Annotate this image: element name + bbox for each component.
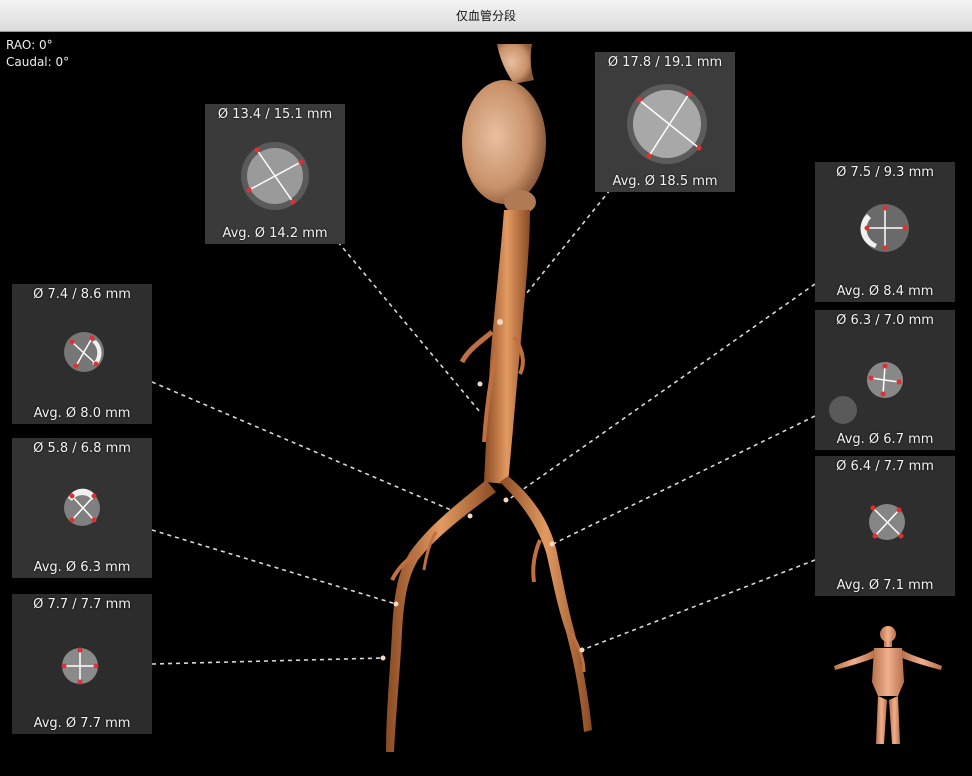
diameter-label: Ø 7.7 / 7.7 mm bbox=[33, 597, 131, 612]
ct-slice-image bbox=[815, 456, 955, 596]
ct-slice-image bbox=[815, 310, 955, 450]
cross-section-right-common-iliac[interactable]: Ø 7.4 / 8.6 mm Avg. Ø 8.0 mm bbox=[12, 284, 152, 424]
right-iliac-artery bbox=[386, 480, 496, 752]
human-body-icon[interactable] bbox=[832, 624, 944, 750]
ct-slice-image bbox=[205, 104, 345, 244]
window-titlebar: 仅血管分段 bbox=[0, 0, 972, 32]
average-diameter-label: Avg. Ø 6.7 mm bbox=[836, 432, 934, 447]
diameter-label: Ø 5.8 / 6.8 mm bbox=[33, 441, 131, 456]
average-diameter-label: Avg. Ø 18.5 mm bbox=[612, 174, 718, 189]
cross-section-aneurysm[interactable]: Ø 17.8 / 19.1 mm Avg. Ø 18.5 mm bbox=[595, 52, 735, 192]
diameter-label: Ø 13.4 / 15.1 mm bbox=[217, 107, 333, 122]
left-iliac-artery bbox=[500, 476, 592, 732]
aneurysm-sac bbox=[462, 80, 546, 204]
ct-slice-image bbox=[12, 284, 152, 424]
diameter-label: Ø 17.8 / 19.1 mm bbox=[607, 55, 723, 70]
cross-section-left-common-iliac[interactable]: Ø 7.5 / 9.3 mm Avg. Ø 8.4 mm bbox=[815, 162, 955, 302]
average-diameter-label: Avg. Ø 6.3 mm bbox=[33, 560, 131, 575]
cross-section-right-femoral[interactable]: Ø 7.7 / 7.7 mm Avg. Ø 7.7 mm bbox=[12, 594, 152, 734]
average-diameter-label: Avg. Ø 7.7 mm bbox=[33, 716, 131, 731]
cross-section-aorta-upper[interactable]: Ø 13.4 / 15.1 mm Avg. Ø 14.2 mm bbox=[205, 104, 345, 244]
average-diameter-label: Avg. Ø 7.1 mm bbox=[836, 578, 934, 593]
average-diameter-label: Avg. Ø 14.2 mm bbox=[222, 226, 328, 241]
diameter-label: Ø 7.5 / 9.3 mm bbox=[836, 165, 934, 180]
ct-slice-image bbox=[815, 162, 955, 302]
ct-slice-image bbox=[12, 438, 152, 578]
cross-section-left-external-iliac[interactable]: Ø 6.3 / 7.0 mm Avg. Ø 6.7 mm bbox=[815, 310, 955, 450]
ct-slice-image bbox=[595, 52, 735, 192]
average-diameter-label: Avg. Ø 8.0 mm bbox=[33, 406, 131, 421]
diameter-label: Ø 6.4 / 7.7 mm bbox=[836, 459, 934, 474]
diameter-label: Ø 7.4 / 8.6 mm bbox=[33, 287, 131, 302]
window-title: 仅血管分段 bbox=[455, 9, 516, 23]
cross-section-right-external-iliac[interactable]: Ø 5.8 / 6.8 mm Avg. Ø 6.3 mm bbox=[12, 438, 152, 578]
average-diameter-label: Avg. Ø 8.4 mm bbox=[836, 284, 934, 299]
aorta-upper-segment bbox=[497, 44, 534, 84]
3d-vessel-viewport[interactable]: RAO: 0° Caudal: 0° Ø 13.4 / 15.1 mm Avg.… bbox=[0, 32, 972, 776]
diameter-label: Ø 6.3 / 7.0 mm bbox=[836, 313, 934, 328]
cross-section-left-femoral[interactable]: Ø 6.4 / 7.7 mm Avg. Ø 7.1 mm bbox=[815, 456, 955, 596]
ct-slice-image bbox=[12, 594, 152, 734]
abdominal-aorta bbox=[484, 210, 530, 484]
